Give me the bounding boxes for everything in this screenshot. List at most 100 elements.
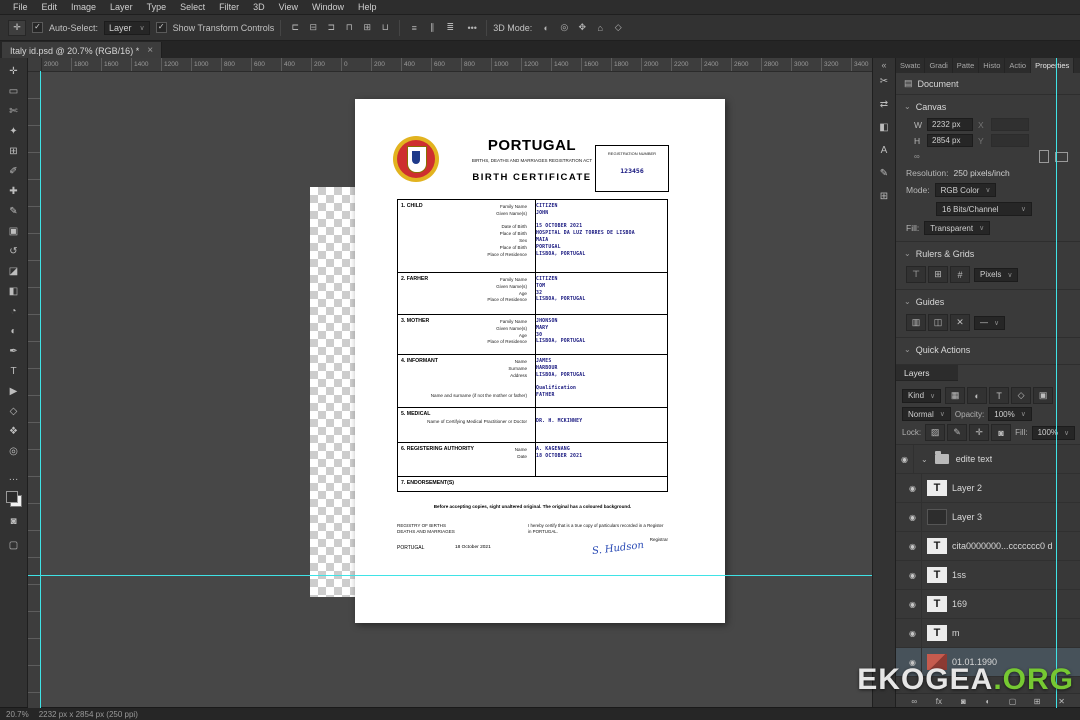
- transparent-canvas-area[interactable]: [310, 187, 355, 597]
- layer-thumbnail[interactable]: T: [927, 538, 947, 554]
- layer-row[interactable]: ◉ ⌄ T cita0000000...ccccccc0 d: [896, 532, 1080, 561]
- layer-name[interactable]: Layer 2: [952, 483, 982, 493]
- bit-depth-select[interactable]: 16 Bits/Channel ∨: [936, 202, 1032, 216]
- menu-item[interactable]: Help: [351, 2, 384, 12]
- panel-tab[interactable]: Gradi: [925, 58, 953, 73]
- lock-transparent-icon[interactable]: ▨: [925, 424, 946, 441]
- layer-thumbnail[interactable]: [927, 509, 947, 525]
- crop-tool-icon[interactable]: ⊞: [3, 141, 24, 161]
- move-tool-icon[interactable]: ✛: [3, 61, 24, 81]
- clear-guides-icon[interactable]: ✕: [950, 314, 970, 331]
- healing-brush-tool-icon[interactable]: ✚: [3, 181, 24, 201]
- history-brush-tool-icon[interactable]: ↺: [3, 241, 24, 261]
- toggle-rulers-icon[interactable]: ⊤: [906, 266, 926, 283]
- more-options-icon[interactable]: •••: [464, 20, 480, 35]
- panel-tab-properties[interactable]: Properties: [1031, 58, 1075, 73]
- layer-row[interactable]: ◉ ⌄ T 169: [896, 590, 1080, 619]
- layer-thumbnail[interactable]: T: [927, 480, 947, 496]
- layer-row[interactable]: ◉ ⌄ T 1ss: [896, 561, 1080, 590]
- layer-visibility-icon[interactable]: ◉: [904, 561, 922, 589]
- grid-panel-icon[interactable]: ⊞: [876, 189, 892, 203]
- menu-item[interactable]: Edit: [35, 2, 65, 12]
- layer-visibility-icon[interactable]: ◉: [896, 445, 914, 473]
- vertical-guide-left[interactable]: [40, 71, 41, 708]
- 3d-scale-icon[interactable]: ◇: [610, 20, 626, 35]
- distribute-vertical-icon[interactable]: ≡: [406, 20, 422, 35]
- edit-toolbar-panel-icon[interactable]: ✂: [876, 74, 892, 88]
- zoom-level[interactable]: 20.7%: [6, 710, 29, 719]
- marquee-tool-icon[interactable]: ▭: [3, 81, 24, 101]
- panel-tab[interactable]: Histo: [979, 58, 1006, 73]
- panel-tab[interactable]: Patte: [953, 58, 980, 73]
- filter-adjustment-layers-icon[interactable]: ◐: [967, 387, 988, 404]
- align-top-icon[interactable]: ⊓: [341, 20, 357, 35]
- canvas-fill-select[interactable]: Transparent ∨: [924, 221, 991, 235]
- gradient-tool-icon[interactable]: ◧: [3, 281, 24, 301]
- canvas-area[interactable]: 2000 1800 1600 1400 1200 1000 800 600 400 200 0 200…: [28, 58, 872, 708]
- link-dimensions-icon[interactable]: ∞: [914, 152, 920, 161]
- horizontal-ruler[interactable]: 2000 1800 1600 1400 1200 1000 800 600 400 200 0 200…: [41, 58, 872, 72]
- opacity-field[interactable]: 100% ∨: [988, 407, 1032, 421]
- align-middle-icon[interactable]: ⊞: [359, 20, 375, 35]
- distribute-horizontal-icon[interactable]: ∥: [424, 20, 440, 35]
- path-selection-tool-icon[interactable]: ▶: [3, 381, 24, 401]
- layer-visibility-icon[interactable]: ◉: [904, 474, 922, 502]
- filter-type-layers-icon[interactable]: T: [989, 387, 1010, 404]
- panel-tab[interactable]: Actio: [1005, 58, 1032, 73]
- align-left-icon[interactable]: ⊏: [287, 20, 303, 35]
- adjustments-panel-icon[interactable]: ◧: [876, 120, 892, 134]
- distribute-spacing-icon[interactable]: ≣: [442, 20, 458, 35]
- filter-pixel-layers-icon[interactable]: ▦: [945, 387, 966, 404]
- align-center-horizontal-icon[interactable]: ⊟: [305, 20, 321, 35]
- layer-visibility-icon[interactable]: ◉: [904, 619, 922, 647]
- type-tool-icon[interactable]: T: [3, 361, 24, 381]
- menu-item[interactable]: Filter: [212, 2, 246, 12]
- guide-style-select[interactable]: — ∨: [974, 315, 1006, 330]
- blend-mode-select[interactable]: Normal ∨: [902, 407, 951, 421]
- menu-item[interactable]: Type: [140, 2, 174, 12]
- blur-tool-icon[interactable]: ◔: [3, 301, 24, 321]
- lasso-tool-icon[interactable]: ✄: [3, 101, 24, 121]
- layer-row[interactable]: ◉ ⌄ edite text: [896, 445, 1080, 474]
- horizontal-guide[interactable]: [28, 575, 872, 576]
- 3d-slide-icon[interactable]: ⌂: [592, 20, 608, 35]
- collapse-panels-icon[interactable]: «: [881, 60, 886, 70]
- x-field[interactable]: [991, 118, 1029, 131]
- align-bottom-icon[interactable]: ⊔: [377, 20, 393, 35]
- 3d-rotate-icon[interactable]: ◐: [538, 20, 554, 35]
- auto-select-checkbox[interactable]: ✓: [32, 22, 43, 33]
- toggle-grid-icon[interactable]: ⊞: [928, 266, 948, 283]
- layer-name[interactable]: 169: [952, 599, 967, 609]
- eyedropper-tool-icon[interactable]: ✐: [3, 161, 24, 181]
- birth-certificate-document[interactable]: PORTUGAL BIRTHS, DEATHS AND MARRIAGES RE…: [355, 99, 725, 623]
- show-transform-checkbox[interactable]: ✓: [155, 22, 167, 33]
- pen-tool-icon[interactable]: ✒: [3, 341, 24, 361]
- group-chevron-icon[interactable]: ⌄: [921, 455, 928, 464]
- 3d-drag-icon[interactable]: ✥: [574, 20, 590, 35]
- layer-row[interactable]: ◉ ⌄ T m: [896, 619, 1080, 648]
- eraser-tool-icon[interactable]: ◪: [3, 261, 24, 281]
- swap-panel-icon[interactable]: ⇄: [876, 97, 892, 111]
- snap-icon[interactable]: #: [950, 266, 970, 283]
- layer-name[interactable]: cita0000000...ccccccc0 d: [952, 541, 1053, 551]
- menu-item[interactable]: Layer: [103, 2, 140, 12]
- clone-stamp-tool-icon[interactable]: ▣: [3, 221, 24, 241]
- panel-tab[interactable]: Swatc: [896, 58, 926, 73]
- filter-smart-objects-icon[interactable]: ▣: [1033, 387, 1054, 404]
- new-guide-layout-icon[interactable]: ▥: [906, 314, 926, 331]
- layer-name[interactable]: edite text: [956, 454, 993, 464]
- edit-toolbar-icon[interactable]: …: [3, 467, 24, 487]
- lock-position-icon[interactable]: ✛: [969, 424, 990, 441]
- lock-guides-icon[interactable]: ◫: [928, 314, 948, 331]
- height-field[interactable]: 2854 px: [927, 134, 973, 147]
- quick-selection-tool-icon[interactable]: ✦: [3, 121, 24, 141]
- layers-panel-tab[interactable]: Layers: [896, 365, 958, 381]
- layer-row[interactable]: ◉ ⌄ T Layer 2: [896, 474, 1080, 503]
- hand-tool-icon[interactable]: ❖: [3, 421, 24, 441]
- brush-tool-icon[interactable]: ✎: [3, 201, 24, 221]
- menu-item[interactable]: Image: [64, 2, 103, 12]
- tab-close-icon[interactable]: ×: [147, 45, 153, 56]
- y-field[interactable]: [991, 134, 1029, 147]
- color-mode-select[interactable]: RGB Color ∨: [934, 183, 997, 197]
- lock-pixels-icon[interactable]: ✎: [947, 424, 968, 441]
